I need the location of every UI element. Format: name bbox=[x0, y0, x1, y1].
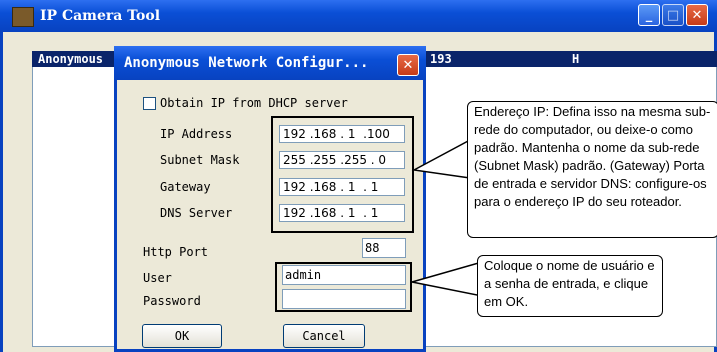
login-callout-pointer bbox=[411, 261, 483, 297]
network-callout: Endereço IP: Defina isso na mesma sub-re… bbox=[467, 101, 717, 238]
network-callout-pointer bbox=[411, 138, 471, 179]
login-callout: Coloque o nome de usuário e a senha de e… bbox=[477, 255, 663, 317]
